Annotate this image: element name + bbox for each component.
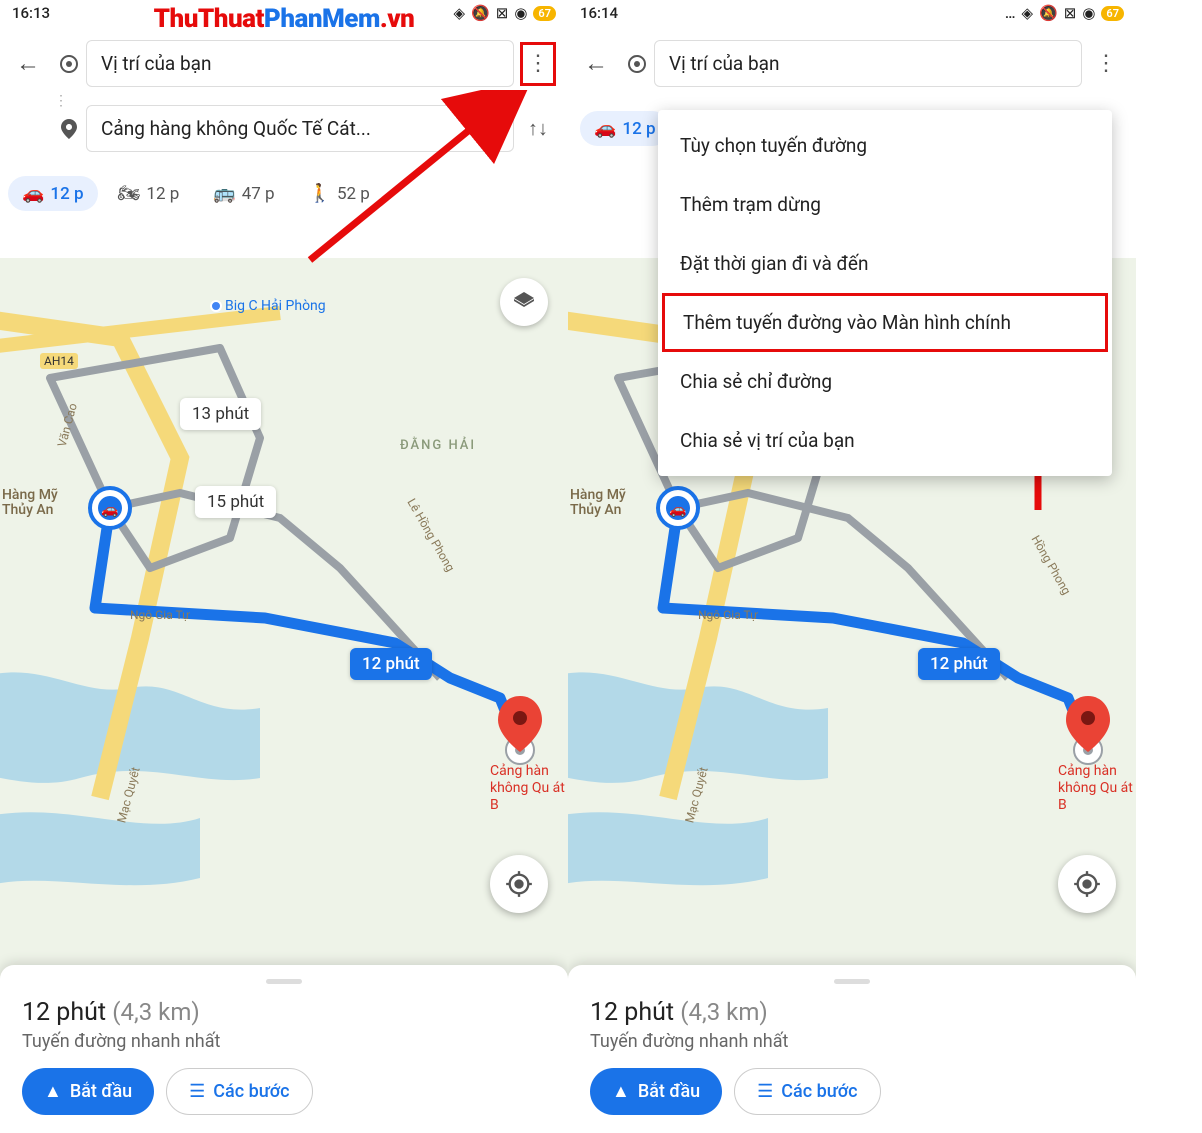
navigate-icon: ▲	[44, 1081, 62, 1102]
directions-header: ← Vị trí của bạn ⋮	[568, 26, 1136, 107]
back-button[interactable]: ←	[580, 48, 612, 80]
my-location-button[interactable]	[1058, 855, 1116, 913]
road-ah14: AH14	[40, 353, 78, 369]
status-icons: … ◈ 🔕 ⊠ ◉ 67	[1005, 4, 1124, 22]
layers-button[interactable]	[500, 278, 548, 326]
steps-button[interactable]: ☰Các bước	[166, 1068, 312, 1115]
svg-text:🚗: 🚗	[669, 502, 686, 518]
district-label: ĐẰNG HẢI	[400, 438, 476, 453]
steps-button[interactable]: ☰Các bước	[734, 1068, 880, 1115]
my-location-button[interactable]	[490, 855, 548, 913]
menu-add-to-home[interactable]: Thêm tuyến đường vào Màn hình chính	[662, 293, 1108, 352]
origin-input[interactable]: Vị trí của bạn	[86, 40, 514, 87]
motorcycle-icon: 🏍	[118, 183, 141, 204]
menu-route-options[interactable]: Tùy chọn tuyến đường	[658, 116, 1112, 175]
directions-header: ← Vị trí của bạn ⋮ ⋮ Cảng hàng không Quố…	[0, 26, 568, 172]
svg-text:🚗: 🚗	[101, 502, 118, 518]
route-main-label[interactable]: 12 phút	[918, 648, 1000, 680]
status-bar: 16:14 … ◈ 🔕 ⊠ ◉ 67	[568, 0, 1136, 26]
route-main-label[interactable]: 12 phút	[350, 648, 432, 680]
menu-share-location[interactable]: Chia sẻ vị trí của bạn	[658, 411, 1112, 470]
route-summary: 12 phút (4,3 km)	[22, 998, 546, 1027]
back-button[interactable]: ←	[12, 48, 44, 80]
route-description: Tuyến đường nhanh nhất	[590, 1031, 1114, 1052]
origin-icon	[60, 55, 78, 73]
mode-motorcycle[interactable]: 🏍12 p	[104, 176, 194, 211]
menu-set-time[interactable]: Đặt thời gian đi và đến	[658, 234, 1112, 293]
destination-label: Cảng hàn không Qu át B	[1058, 763, 1136, 813]
mode-transit[interactable]: 🚌47 p	[199, 176, 288, 211]
origin-input[interactable]: Vị trí của bạn	[654, 40, 1082, 87]
bottom-sheet[interactable]: 12 phút (4,3 km) Tuyến đường nhanh nhất …	[568, 965, 1136, 1133]
mode-car[interactable]: 🚗12 p	[580, 111, 670, 146]
waypoint-dots: ⋮	[52, 97, 70, 105]
close-box-icon: ⊠	[1064, 4, 1077, 22]
status-time: 16:14	[580, 4, 618, 22]
menu-add-stop[interactable]: Thêm trạm dừng	[658, 175, 1112, 234]
more-options-button[interactable]: ⋮	[520, 42, 556, 86]
mode-car[interactable]: 🚗12 p	[8, 176, 98, 211]
route-alt-2-label[interactable]: 15 phút	[195, 486, 276, 518]
dnd-icon: 🔕	[471, 4, 490, 22]
battery-icon: 67	[1101, 6, 1124, 21]
start-navigation-button[interactable]: ▲Bắt đầu	[22, 1068, 154, 1115]
options-menu: Tùy chọn tuyến đường Thêm trạm dừng Đặt …	[658, 110, 1112, 476]
phone-left: ThuThuatPhanMem.vn 16:13 ◈ 🔕 ⊠ ◉ 67 ← Vị…	[0, 0, 568, 1133]
status-time: 16:13	[12, 4, 50, 22]
wifi-icon: ◉	[1082, 4, 1095, 22]
list-icon: ☰	[757, 1081, 773, 1102]
close-box-icon: ⊠	[496, 4, 509, 22]
more-options-button[interactable]: ⋮	[1088, 42, 1124, 86]
destination-input[interactable]: Cảng hàng không Quốc Tế Cát...	[86, 105, 514, 152]
dnd-icon: 🔕	[1039, 4, 1058, 22]
swap-button[interactable]: ↑↓	[520, 107, 556, 151]
list-icon: ☰	[189, 1081, 205, 1102]
poi-bigc[interactable]: Big C Hải Phòng	[210, 298, 326, 314]
car-icon: 🚗	[594, 118, 616, 139]
menu-share-directions[interactable]: Chia sẻ chỉ đường	[658, 352, 1112, 411]
origin-icon	[628, 55, 646, 73]
walk-icon: 🚶	[309, 183, 331, 204]
location-icon: ◈	[454, 4, 466, 22]
car-icon: 🚗	[22, 183, 44, 204]
watermark: ThuThuatPhanMem.vn	[154, 4, 415, 34]
start-navigation-button[interactable]: ▲Bắt đầu	[590, 1068, 722, 1115]
location-icon: ◈	[1022, 4, 1034, 22]
origin-nearby-label: Hàng Mỹ Thủy An	[570, 488, 640, 519]
road-ngogiat: Ngô Gia Tự	[130, 608, 190, 622]
origin-nearby-label: Hàng Mỹ Thủy An	[2, 488, 72, 519]
bottom-sheet[interactable]: 12 phút (4,3 km) Tuyến đường nhanh nhất …	[0, 965, 568, 1133]
sheet-handle[interactable]	[266, 979, 302, 984]
road-ngogiat: Ngô Gia Tự	[698, 608, 758, 622]
route-summary: 12 phút (4,3 km)	[590, 998, 1114, 1027]
bus-icon: 🚌	[213, 183, 235, 204]
navigate-icon: ▲	[612, 1081, 630, 1102]
status-icons: ◈ 🔕 ⊠ ◉ 67	[454, 4, 556, 22]
wifi-icon: ◉	[514, 4, 527, 22]
destination-icon	[60, 120, 78, 138]
travel-modes: 🚗12 p 🏍12 p 🚌47 p 🚶52 p	[0, 172, 568, 221]
route-description: Tuyến đường nhanh nhất	[22, 1031, 546, 1052]
mode-walk[interactable]: 🚶52 p	[295, 176, 384, 211]
phone-right: 16:14 … ◈ 🔕 ⊠ ◉ 67 ← Vị trí của bạn ⋮ 🚗1…	[568, 0, 1136, 1133]
sync-icon: …	[1005, 4, 1016, 22]
route-alt-1-label[interactable]: 13 phút	[180, 398, 261, 430]
sheet-handle[interactable]	[834, 979, 870, 984]
battery-icon: 67	[533, 6, 556, 21]
destination-label: Cảng hàn không Qu át B	[490, 763, 568, 813]
